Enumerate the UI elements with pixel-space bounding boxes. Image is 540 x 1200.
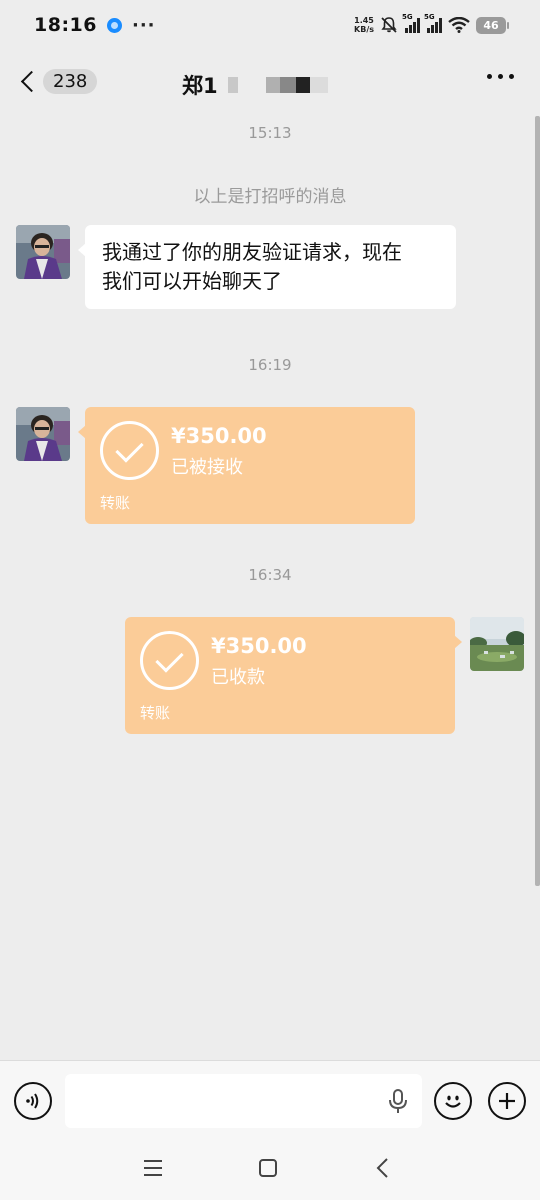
emoji-button[interactable]: [434, 1082, 472, 1120]
contact-avatar[interactable]: [16, 225, 70, 279]
battery-level: 46: [483, 18, 499, 32]
network-speed: 1.45 KB/s: [354, 16, 374, 34]
system-message: 以上是打招呼的消息: [193, 187, 347, 207]
transfer-amount: ¥350.00: [211, 634, 307, 658]
signal2-label: 5G: [424, 13, 435, 21]
message-timestamp: 16:19: [248, 356, 292, 374]
message-text-input[interactable]: [65, 1074, 422, 1128]
back-button[interactable]: 238: [18, 69, 98, 94]
status-time: 18:16: [34, 14, 97, 36]
back-arrow-icon: [20, 70, 43, 93]
transfer-label: 转账: [140, 704, 171, 722]
signal1-label: 5G: [402, 13, 413, 21]
scrollbar[interactable]: [535, 116, 540, 886]
redacted-name-blur: [227, 76, 328, 94]
net-speed-unit: KB/s: [354, 25, 374, 34]
text-message-line: 我通过了你的朋友验证请求，现在: [102, 240, 402, 264]
voice-wave-icon: [26, 1093, 39, 1109]
message-input-bar: [0, 1060, 540, 1140]
chat-message-list[interactable]: 15:13 以上是打招呼的消息 我通过了你的朋友验证请求，现在 我们可以开始聊天…: [0, 116, 540, 1060]
my-avatar[interactable]: [470, 617, 524, 671]
more-functions-button[interactable]: [488, 1082, 526, 1120]
menu-icon[interactable]: [143, 1158, 163, 1178]
home-icon[interactable]: [258, 1158, 278, 1178]
plus-icon: [499, 1093, 515, 1109]
transfer-label: 转账: [100, 494, 131, 512]
chat-header: 238 郑1: [0, 50, 540, 116]
message-timestamp: 15:13: [248, 124, 292, 142]
message-timestamp: 16:34: [248, 566, 292, 584]
more-options-button[interactable]: [487, 74, 514, 79]
cellular-signal-2-icon: 5G: [424, 13, 442, 33]
check-circle-icon: [140, 631, 199, 690]
transfer-amount: ¥350.00: [171, 424, 267, 448]
more-notifications-icon: ···: [131, 14, 156, 36]
check-circle-icon: [100, 421, 159, 480]
transfer-card-collected[interactable]: ¥350.00 已收款 转账: [125, 617, 462, 734]
app-notification-icon: [106, 17, 122, 33]
microphone-icon[interactable]: [388, 1089, 408, 1115]
transfer-status: 已被接收: [171, 457, 243, 478]
system-navigation-bar: [0, 1140, 540, 1200]
cellular-signal-1-icon: 5G: [402, 13, 420, 33]
unread-count-badge: 238: [43, 69, 98, 94]
wifi-icon: [448, 17, 470, 33]
text-message-line: 我们可以开始聊天了: [102, 269, 282, 293]
voice-mode-button[interactable]: [14, 1082, 52, 1120]
status-bar: 18:16 ··· 1.45 KB/s 5G 5G 46: [0, 0, 540, 50]
transfer-status: 已收款: [211, 667, 265, 688]
emoji-smile-icon: [445, 1095, 461, 1108]
text-message-bubble[interactable]: 我通过了你的朋友验证请求，现在 我们可以开始聊天了: [78, 225, 456, 309]
transfer-card-received[interactable]: ¥350.00 已被接收 转账: [78, 407, 415, 524]
back-nav-icon[interactable]: [373, 1158, 393, 1178]
chat-title-text: 郑1: [182, 74, 218, 98]
net-speed-value: 1.45: [354, 16, 374, 25]
battery-icon: 46: [476, 16, 509, 34]
chat-title: 郑1: [182, 70, 328, 100]
contact-avatar[interactable]: [16, 407, 70, 461]
mute-bell-icon: [381, 17, 397, 33]
